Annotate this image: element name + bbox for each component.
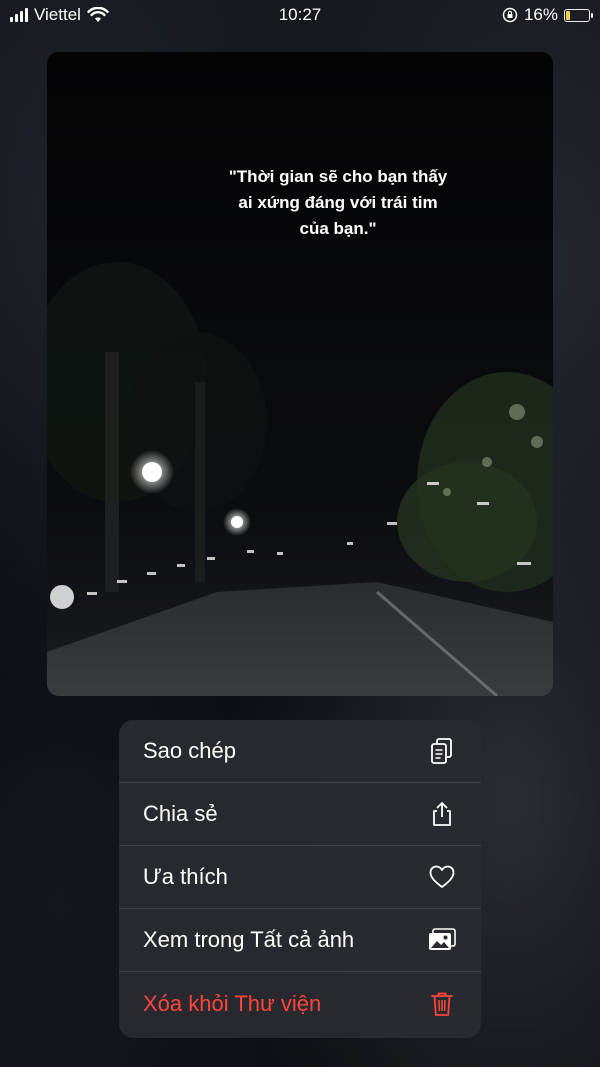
status-right: 16% [502, 5, 593, 25]
photo-caption: "Thời gian sẽ cho bạn thấy ai xứng đáng … [228, 167, 448, 238]
photo-preview[interactable]: "Thời gian sẽ cho bạn thấy ai xứng đáng … [47, 52, 553, 696]
menu-item-favorite[interactable]: Ưa thích [119, 846, 481, 909]
menu-item-copy[interactable]: Sao chép [119, 720, 481, 783]
night-street-photo [47, 52, 553, 696]
menu-item-show-in-all-photos[interactable]: Xem trong Tất cả ảnh [119, 909, 481, 972]
share-icon [427, 799, 457, 829]
menu-item-share[interactable]: Chia sẻ [119, 783, 481, 846]
heart-icon [427, 862, 457, 892]
menu-item-label: Chia sẻ [143, 801, 218, 826]
menu-item-label: Xem trong Tất cả ảnh [143, 927, 355, 952]
context-menu: Sao chép Chia sẻ Ưa thích Xem trong Tất … [119, 720, 481, 1038]
orientation-lock-icon [502, 7, 518, 23]
menu-item-label: Ưa thích [143, 864, 228, 889]
battery-fill [566, 10, 570, 20]
status-bar: Viettel 10:27 16% [0, 0, 600, 32]
menu-item-label: Xóa khỏi Thư viện [143, 990, 322, 1016]
menu-item-delete-from-library[interactable]: Xóa khỏi Thư viện [119, 972, 481, 1035]
photos-icon [427, 925, 457, 955]
copy-icon [427, 736, 457, 766]
menu-item-label: Sao chép [143, 738, 236, 763]
battery-icon [564, 8, 593, 22]
trash-icon [427, 989, 457, 1019]
battery-percent: 16% [523, 5, 558, 24]
